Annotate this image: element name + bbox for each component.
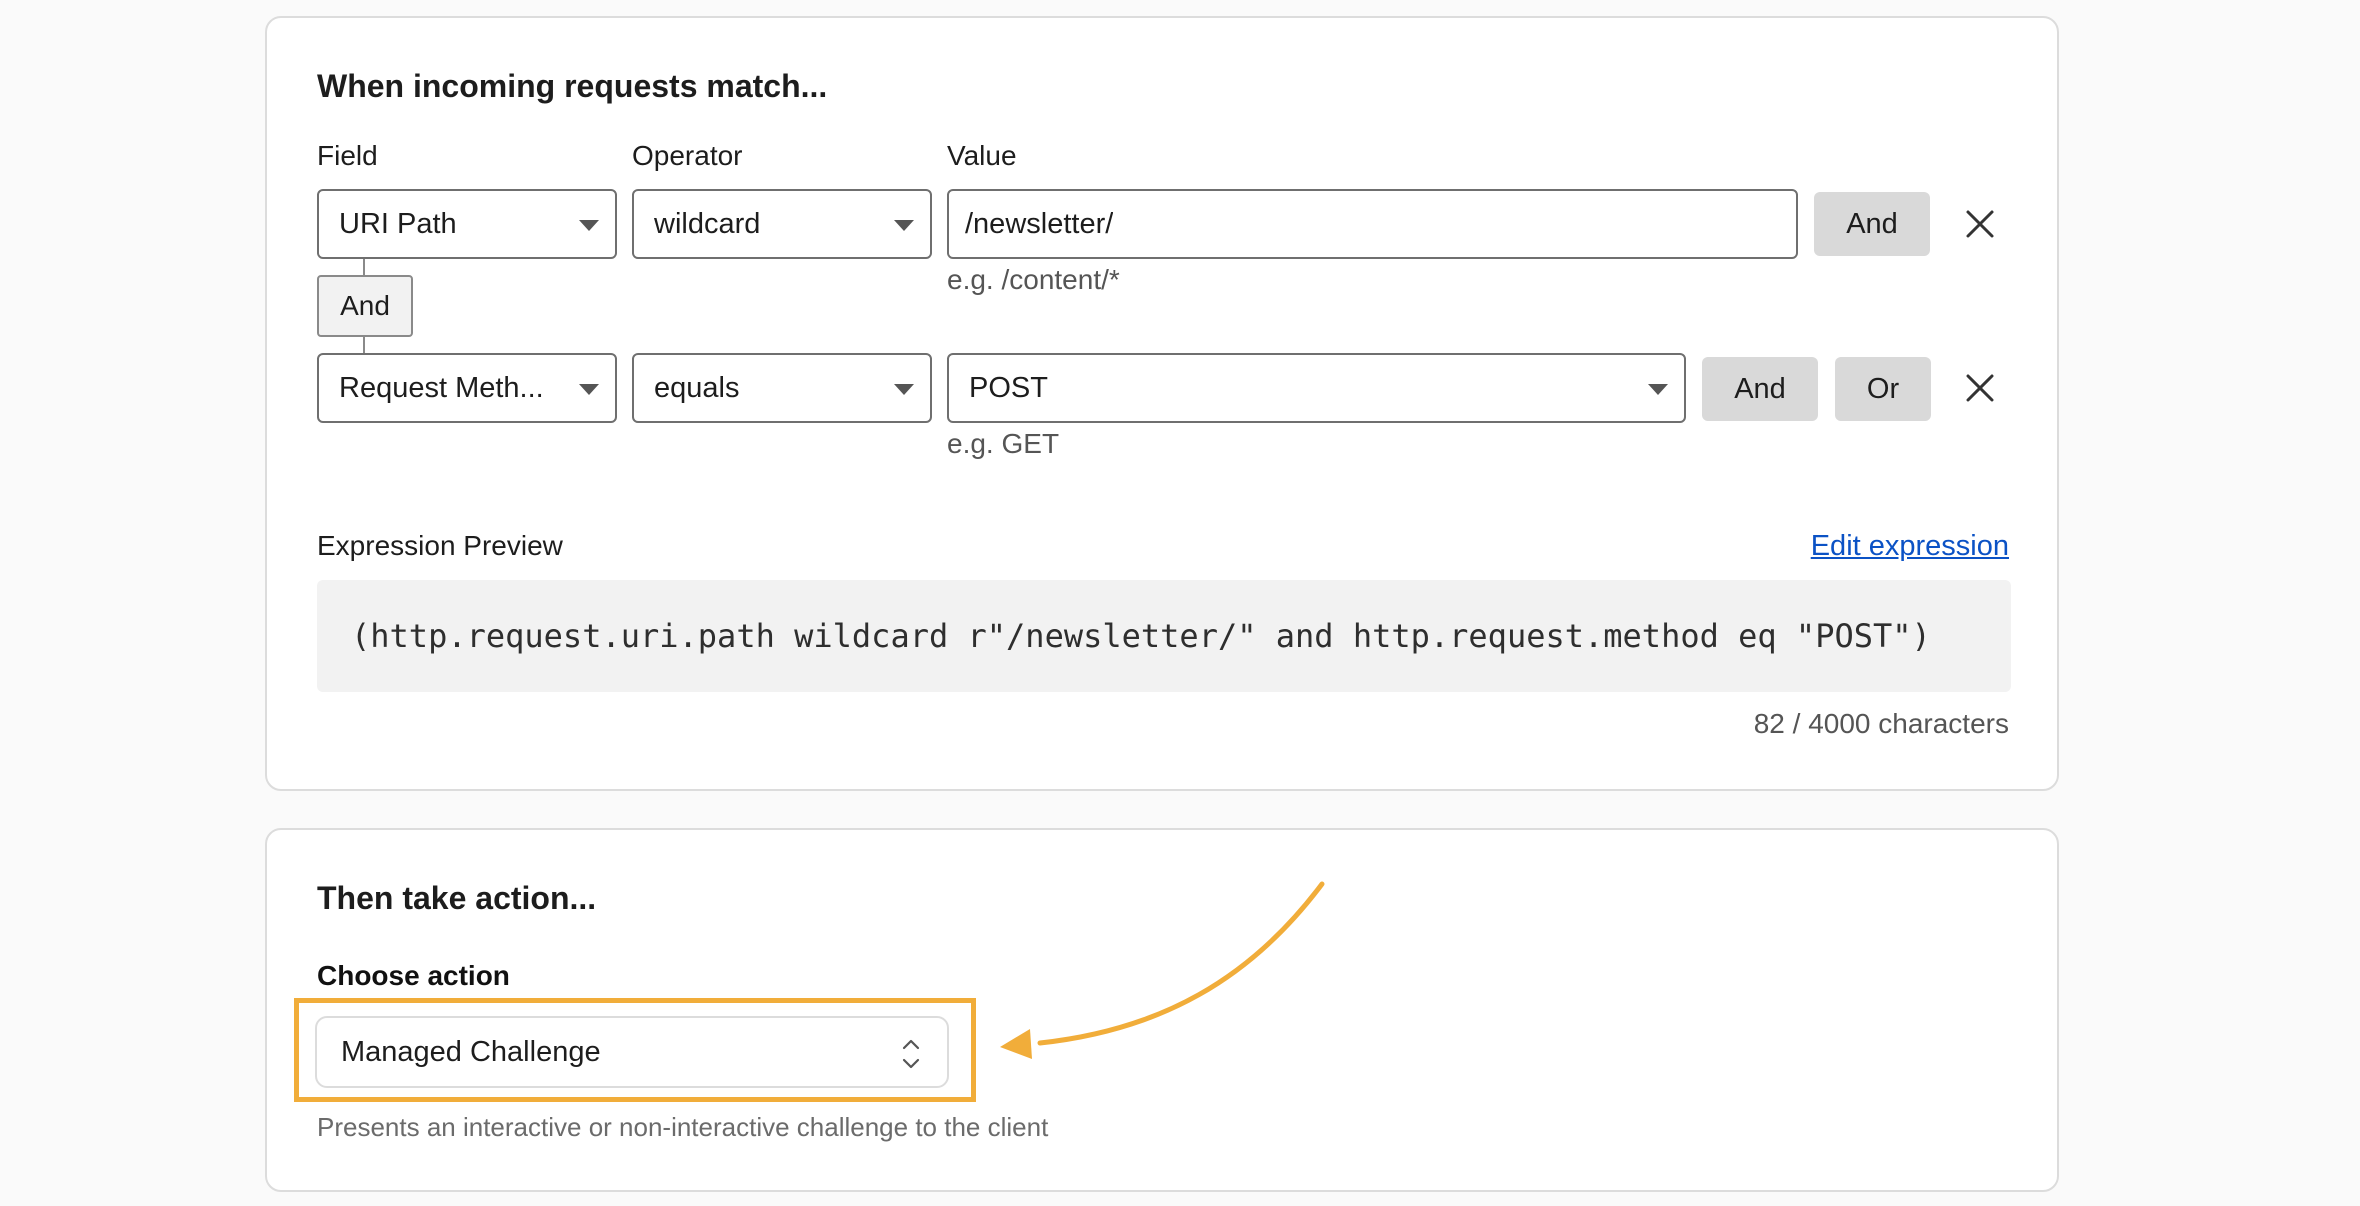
curved-arrow-icon	[1000, 881, 1325, 1059]
